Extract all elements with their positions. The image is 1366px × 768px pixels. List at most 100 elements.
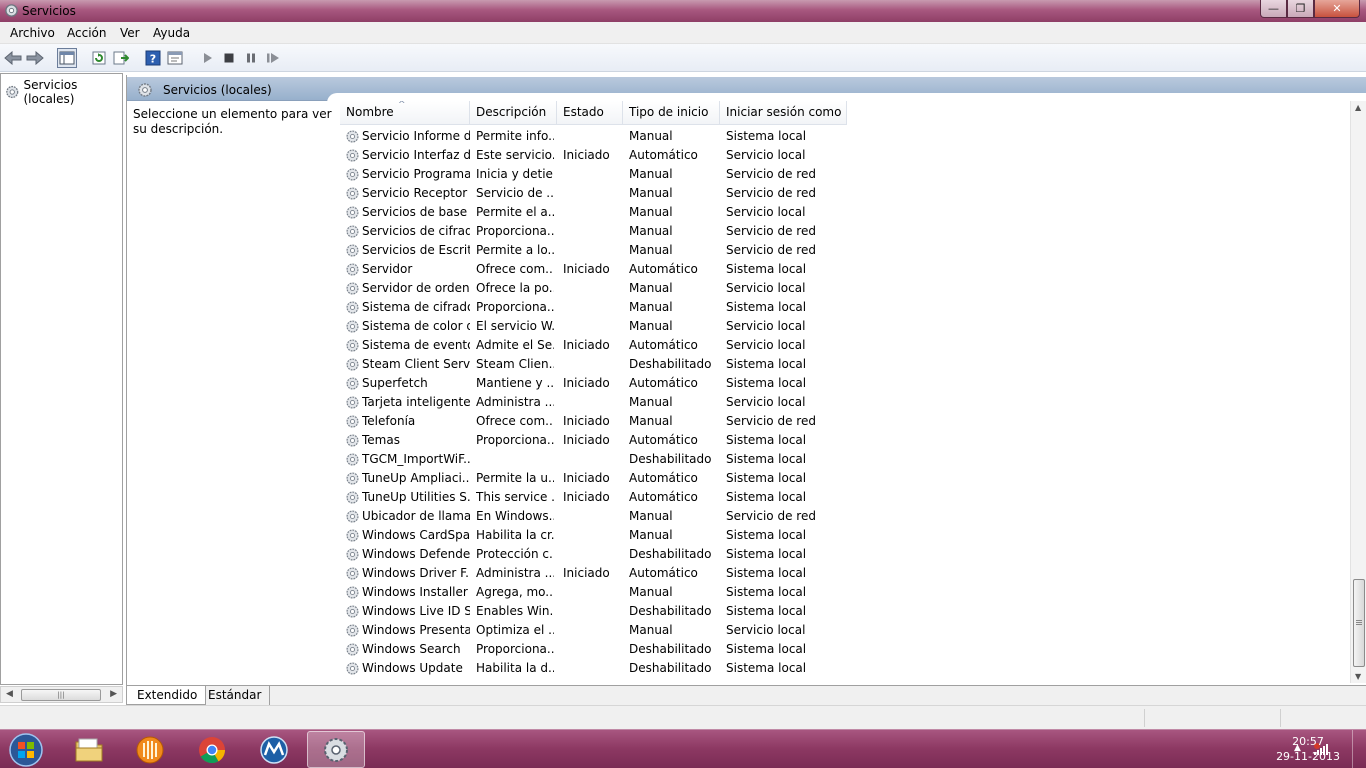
cell-iniciar-sesion: Servicio local <box>726 338 806 352</box>
menu-ayuda[interactable]: Ayuda <box>153 26 190 40</box>
cell-descripcion: Ofrece com... <box>476 414 554 428</box>
close-button[interactable]: ✕ <box>1314 0 1360 18</box>
table-row[interactable]: Windows Search Proporciona... Deshabilitad… <box>340 640 1350 659</box>
column-header-descripcion[interactable]: Descripción <box>470 101 557 125</box>
cell-iniciar-sesion: Servicio de red <box>726 167 816 181</box>
table-row[interactable]: Windows Update Habilita la d... Deshabilit… <box>340 659 1350 678</box>
pause-service-button[interactable] <box>241 48 261 68</box>
minimize-button[interactable]: — <box>1260 0 1287 18</box>
tree-horizontal-scrollbar[interactable]: ◀ ||| ▶ <box>0 686 123 703</box>
vertical-scrollbar[interactable]: ▲ ▼ <box>1350 101 1366 683</box>
table-row[interactable]: Servidor de orden ... Ofrece la po... Manu… <box>340 279 1350 298</box>
gear-icon <box>346 662 359 675</box>
cell-nombre: Sistema de cifrado... <box>362 300 470 314</box>
console-tree-icon <box>59 51 75 65</box>
pane-header: Servicios (locales) <box>127 77 1366 103</box>
table-row[interactable]: Temas Proporciona... Iniciado Automático Sis… <box>340 431 1350 450</box>
cell-descripcion: El servicio W... <box>476 319 554 333</box>
table-row[interactable]: Sistema de color d... El servicio W... Man… <box>340 317 1350 336</box>
table-row[interactable]: Windows Installer Agrega, mo... Manual Sist… <box>340 583 1350 602</box>
column-header-tipo-inicio[interactable]: Tipo de inicio <box>623 101 720 125</box>
table-row[interactable]: Telefonía Ofrece com... Iniciado Manual Serv… <box>340 412 1350 431</box>
table-row[interactable]: TuneUp Utilities S... This service ... Ini… <box>340 488 1350 507</box>
scroll-thumb[interactable] <box>1353 579 1365 667</box>
cell-descripcion: Ofrece la po... <box>476 281 554 295</box>
table-row[interactable]: Servicio Interfaz d... Este servicio... In… <box>340 146 1350 165</box>
gear-icon <box>346 529 359 542</box>
back-button[interactable] <box>3 48 23 68</box>
cell-nombre: Servicios de Escrit... <box>362 243 470 257</box>
restart-service-button[interactable] <box>263 48 283 68</box>
metro-app-icon <box>260 735 288 764</box>
cell-iniciar-sesion: Servicio local <box>726 281 806 295</box>
table-row[interactable]: Windows Driver F... Administra ... Iniciad… <box>340 564 1350 583</box>
cell-nombre: Servidor <box>362 262 413 276</box>
cell-descripcion: Proporciona... <box>476 642 554 656</box>
scroll-right-icon[interactable]: ▶ <box>110 689 117 699</box>
properties-button[interactable] <box>165 48 185 68</box>
taskbar-chrome[interactable] <box>183 731 241 768</box>
cell-iniciar-sesion: Sistema local <box>726 300 807 314</box>
clock[interactable]: 20:57 29-11-2013 <box>1276 734 1340 764</box>
export-list-button[interactable] <box>111 48 131 68</box>
taskbar-services[interactable] <box>307 731 365 768</box>
show-desktop-button[interactable] <box>1352 730 1366 768</box>
column-header-estado[interactable]: Estado <box>557 101 623 125</box>
table-row[interactable]: Servicios de cifrado Proporciona... Manual… <box>340 222 1350 241</box>
gear-icon <box>6 85 19 99</box>
scroll-thumb[interactable]: ||| <box>21 689 101 701</box>
table-row[interactable]: Superfetch Mantiene y ... Iniciado Automáti… <box>340 374 1350 393</box>
forward-button[interactable] <box>25 48 45 68</box>
table-row[interactable]: Servicio Programa... Inicia y detie... Man… <box>340 165 1350 184</box>
table-row[interactable]: Windows Presenta... Optimiza el ... Manual… <box>340 621 1350 640</box>
table-row[interactable]: Ubicador de llama... En Windows... Manual S… <box>340 507 1350 526</box>
chrome-icon <box>199 736 226 763</box>
taskbar-explorer[interactable] <box>60 731 118 768</box>
menu-archivo[interactable]: Archivo <box>10 26 55 40</box>
tree-item-servicios-locales[interactable]: Servicios (locales) <box>5 78 122 106</box>
show-console-tree-button[interactable] <box>57 48 77 68</box>
table-row[interactable]: Servicio Receptor ... Servicio de ... Manu… <box>340 184 1350 203</box>
stop-service-button[interactable] <box>219 48 239 68</box>
table-row[interactable]: Windows CardSpa... Habilita la cr... Manua… <box>340 526 1350 545</box>
column-header-iniciar-sesion[interactable]: Iniciar sesión como <box>720 101 847 125</box>
refresh-button[interactable] <box>89 48 109 68</box>
help-button[interactable]: ? <box>143 48 163 68</box>
gear-icon <box>346 548 359 561</box>
tab-extendido[interactable]: Extendido <box>126 686 207 705</box>
cell-estado: Iniciado <box>563 566 610 580</box>
maximize-button[interactable]: ❐ <box>1287 0 1314 18</box>
cell-tipo-inicio: Deshabilitado <box>629 547 712 561</box>
cell-tipo-inicio: Automático <box>629 566 698 580</box>
menu-ver[interactable]: Ver <box>120 26 140 40</box>
cell-nombre: Windows Driver F... <box>362 566 470 580</box>
table-row[interactable]: Servicios de Escrit... Permite a lo... Man… <box>340 241 1350 260</box>
table-row[interactable]: Windows Defender Protección c... Deshabili… <box>340 545 1350 564</box>
cell-descripcion: Permite el a... <box>476 205 554 219</box>
taskbar-media-player[interactable] <box>121 731 179 768</box>
tab-estandar[interactable]: Estándar <box>198 686 271 705</box>
table-row[interactable]: TGCM_ImportWiF... Deshabilitado Sistema lo… <box>340 450 1350 469</box>
cell-tipo-inicio: Deshabilitado <box>629 642 712 656</box>
cell-tipo-inicio: Automático <box>629 433 698 447</box>
table-row[interactable]: Sistema de cifrado... Proporciona... Manua… <box>340 298 1350 317</box>
menu-accion[interactable]: Acción <box>67 26 106 40</box>
table-row[interactable]: Steam Client Servi... Steam Clien... Desha… <box>340 355 1350 374</box>
scroll-down-icon[interactable]: ▼ <box>1355 672 1361 681</box>
scroll-up-icon[interactable]: ▲ <box>1355 103 1361 112</box>
cell-nombre: Windows Search <box>362 642 461 656</box>
scroll-left-icon[interactable]: ◀ <box>6 689 13 699</box>
table-row[interactable]: TuneUp Ampliaci... Permite la u... Iniciad… <box>340 469 1350 488</box>
table-row[interactable]: Servicio Informe d... Permite info... Manu… <box>340 127 1350 146</box>
gear-icon <box>346 624 359 637</box>
start-service-button[interactable] <box>197 48 217 68</box>
table-row[interactable]: Tarjeta inteligente Administra ... Manual S… <box>340 393 1350 412</box>
table-row[interactable]: Sistema de evento... Admite el Se... Inici… <box>340 336 1350 355</box>
column-header-nombre[interactable]: ^ Nombre <box>340 101 470 125</box>
taskbar-metro-app[interactable] <box>245 731 303 768</box>
table-row[interactable]: Servicios de base ... Permite el a... Manu… <box>340 203 1350 222</box>
table-row[interactable]: Servidor Ofrece com... Iniciado Automático S… <box>340 260 1350 279</box>
start-button[interactable] <box>5 732 47 768</box>
table-row[interactable]: Windows Live ID S... Enables Win... Deshab… <box>340 602 1350 621</box>
cell-tipo-inicio: Manual <box>629 224 673 238</box>
